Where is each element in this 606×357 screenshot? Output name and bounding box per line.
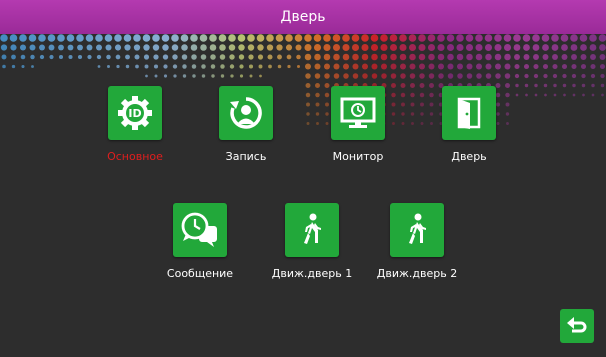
menu-item-door-button[interactable] (442, 86, 496, 140)
id-gear-icon: ID (118, 96, 152, 130)
menu-item-monitor[interactable]: Монитор (303, 86, 413, 163)
menu-item-monitor-label: Монитор (332, 150, 384, 163)
door-icon (457, 97, 481, 129)
menu-item-door[interactable]: Дверь (414, 86, 524, 163)
back-button[interactable] (560, 309, 594, 343)
menu-item-general-button[interactable]: ID (108, 86, 162, 140)
walking-person-icon (304, 213, 321, 244)
menu-item-message-button[interactable] (173, 203, 227, 257)
menu-item-general[interactable]: ID Основное (80, 86, 190, 163)
window-title: Дверь (280, 9, 326, 25)
walking-person-icon (409, 213, 426, 244)
menu-item-motion-door-1[interactable]: Движ.дверь 1 (257, 203, 367, 280)
menu-item-record[interactable]: Запись (191, 86, 301, 163)
message-clock-icon (181, 212, 217, 247)
svg-text:ID: ID (128, 107, 141, 120)
screen: Дверь ID Основное Запись Монитор Дверь С… (0, 0, 606, 357)
menu-item-motion-door-2-button[interactable] (390, 203, 444, 257)
menu-item-record-label: Запись (225, 150, 267, 163)
menu-item-door-label: Дверь (451, 150, 487, 163)
menu-item-motion-door-2[interactable]: Движ.дверь 2 (362, 203, 472, 280)
menu-item-motion-door-2-label: Движ.дверь 2 (376, 267, 458, 280)
menu-item-motion-door-1-label: Движ.дверь 1 (271, 267, 353, 280)
menu-item-message[interactable]: Сообщение (145, 203, 255, 280)
menu-item-message-label: Сообщение (166, 267, 234, 280)
menu-item-monitor-button[interactable] (331, 86, 385, 140)
back-arrow-icon (567, 317, 587, 333)
record-person-icon (230, 97, 262, 129)
menu-item-motion-door-1-button[interactable] (285, 203, 339, 257)
title-bar: Дверь (0, 0, 606, 34)
menu-item-general-label: Основное (107, 150, 163, 163)
menu-item-record-button[interactable] (219, 86, 273, 140)
monitor-clock-icon (340, 97, 376, 128)
